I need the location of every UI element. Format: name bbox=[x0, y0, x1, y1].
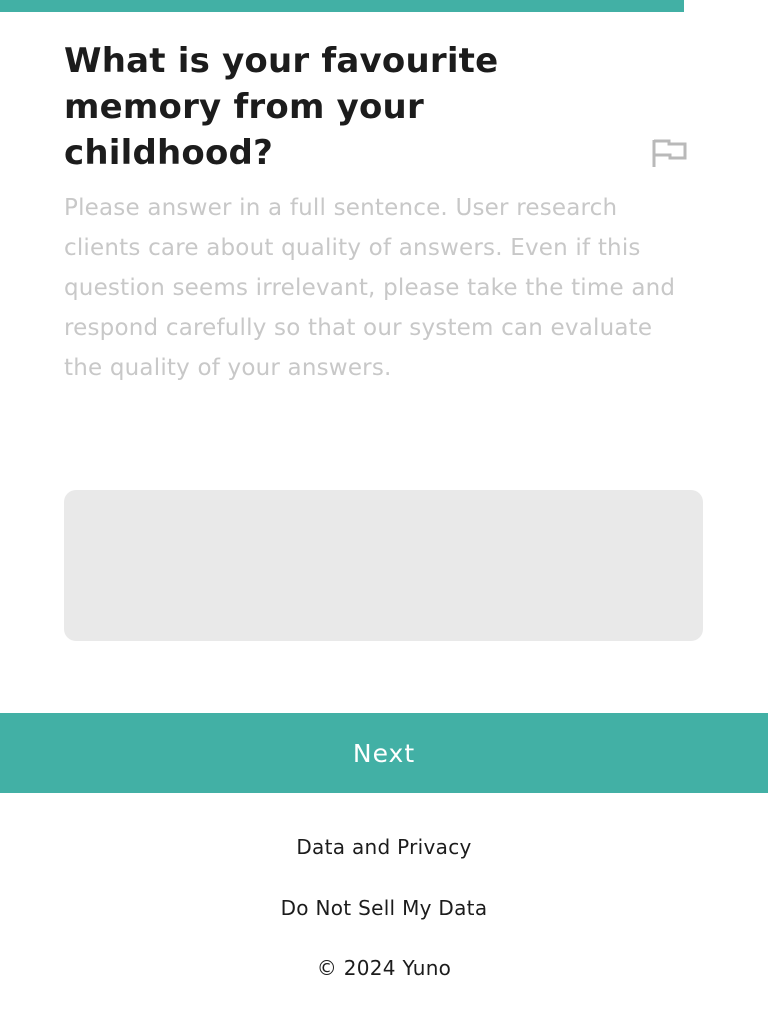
progress-bar-fill bbox=[0, 0, 684, 12]
data-and-privacy-link[interactable]: Data and Privacy bbox=[0, 835, 768, 859]
survey-page: What is your favourite memory from your … bbox=[0, 0, 768, 1024]
question-title: What is your favourite memory from your … bbox=[64, 41, 499, 173]
next-button[interactable]: Next bbox=[0, 713, 768, 793]
question-helper-text: Please answer in a full sentence. User r… bbox=[64, 195, 676, 381]
copyright-text: © 2024 Yuno bbox=[316, 956, 452, 980]
progress-bar bbox=[0, 0, 768, 12]
flag-icon-graphic bbox=[652, 139, 687, 167]
flag-icon[interactable] bbox=[651, 138, 688, 168]
answer-textarea[interactable] bbox=[64, 490, 703, 641]
do-not-sell-my-data-link[interactable]: Do Not Sell My Data bbox=[0, 896, 768, 920]
